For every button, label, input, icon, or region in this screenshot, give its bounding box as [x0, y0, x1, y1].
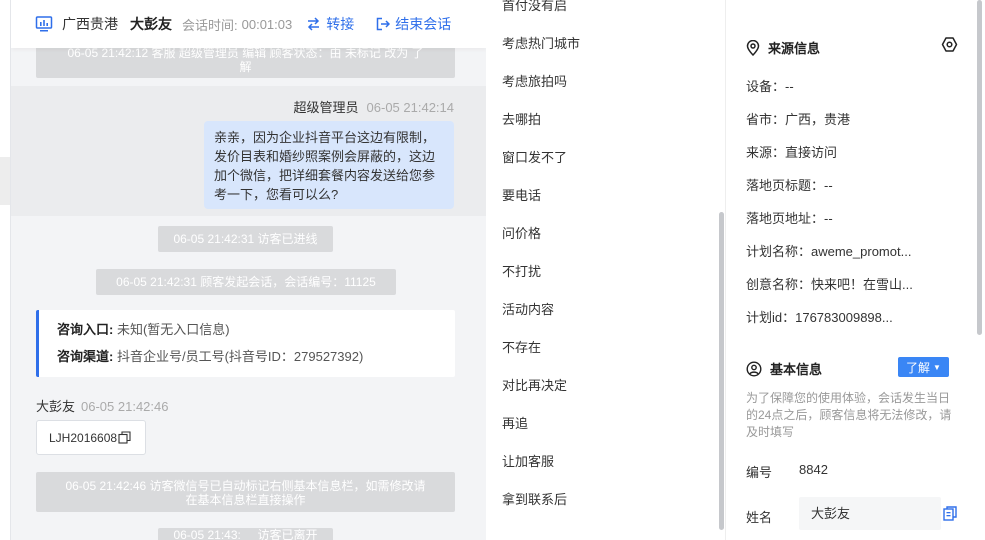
system-message-line: 解	[239, 60, 252, 74]
source-plan-name: 计划名称：aweme_promot...	[746, 244, 912, 259]
visitor-message-meta: 大彭友 06-05 21:42:46	[36, 396, 168, 415]
session-time-label: 会话时间:	[182, 17, 238, 33]
source-landing-url: 落地页地址：--	[746, 211, 833, 226]
chat-header: 广西贵港 大彭友 会话时间: 00:01:03 转接 结束会话	[11, 0, 486, 48]
visitor-region: 广西贵港	[62, 16, 118, 32]
customer-id-value: 8842	[799, 462, 828, 477]
source-province: 省市：广西，贵港	[746, 112, 851, 127]
outside-strip	[0, 157, 10, 205]
system-message-line: 在基本信息栏直接操作	[185, 493, 306, 507]
quick-reply-scrollbar[interactable]	[719, 212, 724, 530]
source-plan-id: 计划id：176783009898...	[746, 310, 893, 325]
info-panel: 来源信息 设备：-- 省市：广西，贵港 来源：直接访问 落地页标题：-- 落地页…	[726, 0, 985, 540]
system-message-line: 06-05 21:42:12 客服 超级管理员 编辑 顾客状态：由 未标记 改为…	[67, 46, 424, 60]
quick-reply-item[interactable]: 去哪拍	[502, 109, 541, 128]
agent-name: 超级管理员	[293, 100, 359, 115]
visitor-message-name: 大彭友	[36, 399, 76, 414]
agent-message-bubble[interactable]: 亲亲，因为企业抖音平台这边有限制，发价目表和婚纱照案例会屏蔽的，这边加个微信，把…	[204, 121, 454, 209]
quick-reply-item[interactable]: 考虑旅拍吗	[502, 71, 567, 90]
quick-reply-item[interactable]: 对比再决定	[502, 375, 567, 394]
system-message-line: 06-05 21:42:46 访客微信号已自动标记右侧基本信息栏，如需修改请	[65, 479, 426, 493]
quick-reply-item[interactable]: 要电话	[502, 185, 541, 204]
learn-more-label: 了解	[906, 360, 931, 375]
learn-more-button[interactable]: 了解 ▼	[898, 357, 949, 377]
consult-entry-value: 未知(暂无入口信息)	[116, 322, 230, 337]
quick-reply-item[interactable]: 问价格	[502, 223, 541, 242]
source-info-header: 来源信息	[746, 38, 820, 57]
agent-message-time: 06-05 21:42:14	[366, 100, 454, 115]
customer-name-label: 姓名	[746, 510, 773, 525]
transfer-icon	[308, 17, 320, 31]
source-info-title: 来源信息	[768, 41, 821, 56]
exit-icon	[376, 17, 391, 31]
basic-info-header: 基本信息	[746, 359, 822, 378]
visitor-message-time: 06-05 21:42:46	[81, 399, 169, 414]
system-message-wechat-marked: 06-05 21:42:46 访客微信号已自动标记右侧基本信息栏，如需修改请 在…	[36, 472, 455, 512]
system-message-partial: 06-05 21:43:__ 访客已离开	[158, 528, 333, 540]
quick-reply-item[interactable]: 考虑热门城市	[502, 33, 580, 52]
system-message-visitor-entered: 06-05 21:42:31 访客已进线	[158, 226, 333, 252]
copy-icon[interactable]	[943, 506, 957, 521]
edit-deadline-notice: 为了保障您的使用体验，会话发生当日的24点之后，顾客信息将无法修改，请及时填写	[746, 391, 952, 439]
monitor-icon	[35, 16, 53, 32]
session-time: 00:01:03	[241, 16, 293, 32]
info-panel-scrollbar[interactable]	[977, 0, 982, 335]
consult-channel-value: 抖音企业号/员工号(抖音号ID：279527392)	[116, 349, 364, 364]
quick-reply-item[interactable]: 再追	[502, 413, 528, 432]
source-creative-name: 创意名称：快来吧！在雪山...	[746, 277, 913, 292]
end-session-button[interactable]: 结束会话	[376, 14, 451, 34]
visitor-message-bubble[interactable]: LJH2016608	[36, 420, 146, 455]
quick-reply-item[interactable]: 活动内容	[502, 299, 554, 318]
source-landing-title: 落地页标题：--	[746, 178, 833, 193]
end-session-label: 结束会话	[395, 16, 452, 32]
consult-channel-row: 咨询渠道: 抖音企业号/员工号(抖音号ID：279527392)	[57, 347, 455, 374]
quick-reply-item[interactable]: 不存在	[502, 337, 541, 356]
caret-down-icon: ▼	[933, 362, 941, 372]
quick-reply-item[interactable]: 窗口发不了	[502, 147, 567, 166]
transfer-label: 转接	[326, 16, 355, 32]
consult-entry-label: 咨询入口:	[57, 322, 114, 337]
agent-message-meta: 超级管理员 06-05 21:42:14	[294, 97, 454, 116]
location-pin-icon	[746, 39, 760, 56]
customer-id-label: 编号	[746, 465, 773, 480]
visitor-name: 大彭友	[130, 16, 172, 32]
copy-icon[interactable]	[118, 431, 131, 444]
consult-entry-row: 咨询入口: 未知(暂无入口信息)	[57, 320, 455, 347]
quick-reply-item[interactable]: 让加客服	[502, 451, 554, 470]
quick-reply-item[interactable]: 不打扰	[502, 261, 541, 280]
source-channel: 来源：直接访问	[746, 145, 838, 160]
basic-info-title: 基本信息	[770, 362, 823, 377]
settings-icon[interactable]	[941, 36, 958, 53]
consult-entry-card: 咨询入口: 未知(暂无入口信息) 咨询渠道: 抖音企业号/员工号(抖音号ID：2…	[36, 310, 455, 377]
quick-reply-item[interactable]: 拿到联系后	[502, 489, 567, 508]
consult-channel-label: 咨询渠道:	[57, 349, 114, 364]
customer-name-input[interactable]: 大彭友	[799, 497, 941, 530]
quick-reply-panel: 首付没有启 考虑热门城市 考虑旅拍吗 去哪拍 窗口发不了 要电话 问价格 不打扰…	[486, 0, 726, 540]
quick-reply-item[interactable]: 首付没有启	[502, 0, 567, 14]
system-message-session-started: 06-05 21:42:31 顾客发起会话，会话编号：11125	[96, 269, 396, 295]
source-device: 设备：--	[746, 79, 794, 94]
transfer-button[interactable]: 转接	[306, 14, 354, 34]
chat-panel: 06-05 21:42:12 客服 超级管理员 编辑 顾客状态：由 未标记 改为…	[10, 0, 486, 540]
visitor-message-text: LJH2016608	[49, 430, 118, 445]
user-circle-icon	[746, 360, 762, 377]
